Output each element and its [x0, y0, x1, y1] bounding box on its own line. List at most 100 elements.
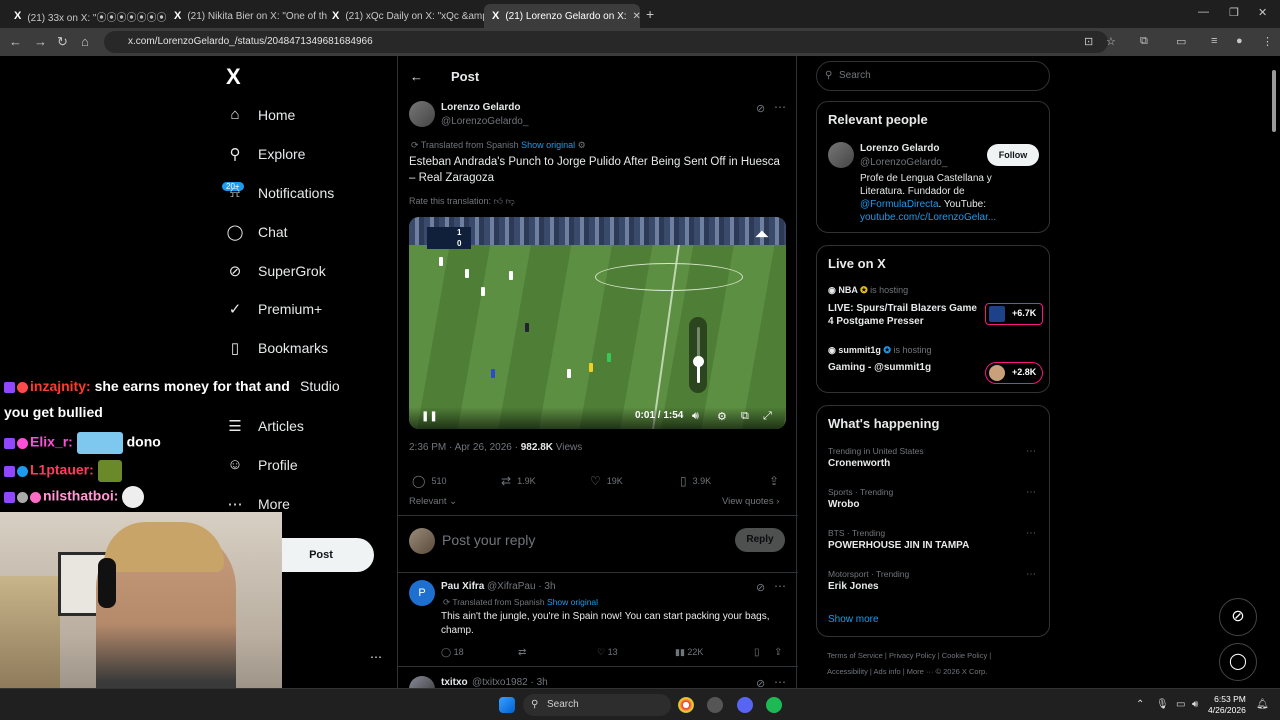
reply-author-handle[interactable]: @txitxo1982 · 3h: [472, 677, 548, 688]
messages-float-button[interactable]: ◯: [1219, 643, 1257, 681]
reply-reply-action[interactable]: ◯ 18: [441, 647, 464, 658]
more-options-icon[interactable]: ⋯: [774, 675, 786, 689]
live-host[interactable]: ◉ summit1g ✪ is hosting: [828, 345, 932, 356]
page-scrollbar[interactable]: [1271, 62, 1277, 688]
back-icon[interactable]: ←: [9, 34, 22, 49]
trend-item[interactable]: Erik Jones: [828, 581, 879, 592]
nav-item-premium[interactable]: ✓ Premium+: [226, 300, 322, 318]
live-title[interactable]: Gaming - @summit1g: [828, 361, 978, 374]
taskbar-search[interactable]: ⚲ Search: [523, 694, 671, 716]
new-tab-icon[interactable]: +: [646, 6, 654, 22]
minimize-icon[interactable]: —: [1198, 6, 1209, 18]
like-action[interactable]: ♡ 19K: [590, 474, 623, 488]
chevron-up-icon[interactable]: ⌃: [1136, 699, 1144, 710]
live-host[interactable]: ◉ NBA ✪ is hosting: [828, 285, 908, 296]
reply-author-name[interactable]: Pau Xifra: [441, 581, 484, 592]
picture-in-picture-icon[interactable]: ⧉: [741, 410, 749, 423]
reply-action[interactable]: ◯ 510: [412, 474, 446, 488]
grok-float-button[interactable]: ⊘: [1219, 598, 1257, 636]
trend-item[interactable]: POWERHOUSE JIN IN TAMPA: [828, 540, 969, 551]
account-menu-icon[interactable]: ⋯: [370, 650, 382, 664]
scrollbar-thumb[interactable]: [1272, 70, 1276, 132]
close-tab-icon[interactable]: ✕: [633, 11, 640, 22]
app-icon[interactable]: [707, 697, 723, 713]
trend-item[interactable]: Wrobo: [828, 499, 859, 510]
footer-links[interactable]: Accessibility | Ads info | More ··· © 20…: [827, 667, 987, 676]
reply-repost-action[interactable]: ⇄: [518, 647, 526, 658]
trend-more-icon[interactable]: ⋯: [1026, 569, 1036, 580]
volume-icon[interactable]: 🔊︎: [1192, 699, 1198, 710]
back-arrow-icon[interactable]: ←: [410, 69, 423, 84]
grok-icon[interactable]: ⊘: [756, 581, 765, 594]
avatar[interactable]: [409, 101, 435, 127]
nav-item-explore[interactable]: ⚲ Explore: [226, 145, 306, 163]
nav-item-chat[interactable]: ◯ Chat: [226, 223, 288, 241]
search-input[interactable]: ⚲ Search: [816, 61, 1050, 91]
x-logo[interactable]: X: [226, 64, 241, 90]
bookmark-star-icon[interactable]: ☆: [1106, 35, 1116, 48]
show-original-link[interactable]: Show original: [521, 140, 575, 150]
video-player[interactable]: 1 0 ◢◣ ❚❚ 0:01 / 1:54 🔊︎ ⚙ ⧉ ⤢: [409, 217, 786, 429]
nav-item-home[interactable]: ⌂ Home: [226, 106, 295, 123]
reply-like-action[interactable]: ♡ 13: [597, 647, 618, 658]
reply-views[interactable]: ▮▮ 22K: [675, 647, 703, 658]
reply-bookmark-action[interactable]: ▯: [754, 647, 760, 658]
more-options-icon[interactable]: ⋯: [774, 100, 786, 114]
install-icon[interactable]: ⊡: [1084, 35, 1093, 48]
notification-bell-icon[interactable]: 🔔︎: [1256, 699, 1269, 710]
live-count-badge[interactable]: +6.7K: [985, 303, 1044, 325]
reply-author-name[interactable]: txitxo: [441, 677, 468, 688]
live-count-badge[interactable]: +2.8K: [985, 362, 1044, 384]
system-clock[interactable]: 6:53 PM 4/26/2026: [1208, 694, 1246, 716]
avatar[interactable]: [828, 142, 854, 168]
sidebar-icon[interactable]: ▭: [1176, 35, 1186, 48]
close-window-icon[interactable]: ✕: [1258, 6, 1267, 19]
person-handle[interactable]: @LorenzoGelardo_: [860, 157, 947, 168]
discord-icon[interactable]: [737, 697, 753, 713]
reply-button[interactable]: Reply: [735, 528, 785, 552]
volume-knob[interactable]: [693, 356, 704, 367]
browser-tab[interactable]: X(21) Nikita Bier on X: "One of th✕: [166, 4, 334, 28]
forward-icon[interactable]: →: [34, 34, 47, 49]
pause-icon[interactable]: ❚❚: [421, 411, 438, 422]
author-handle[interactable]: @LorenzoGelardo_: [441, 116, 528, 127]
url-field[interactable]: x.com/LorenzoGelardo_/status/20484713496…: [104, 31, 1108, 53]
network-icon[interactable]: ▭: [1176, 699, 1185, 710]
browser-tab-active[interactable]: X (21) Lorenzo Gelardo on X: ✕: [484, 4, 640, 28]
mic-icon[interactable]: 🎙︎: [1156, 699, 1169, 710]
settings-icon[interactable]: ⚙: [578, 140, 586, 150]
reply-author-handle[interactable]: @XifraPau · 3h: [487, 581, 556, 592]
live-title[interactable]: LIVE: Spurs/Trail Blazers Game 4 Postgam…: [828, 302, 978, 328]
extensions-icon[interactable]: ⧉: [1140, 35, 1148, 48]
footer-links[interactable]: Terms of Service | Privacy Policy | Cook…: [827, 651, 991, 660]
trend-more-icon[interactable]: ⋯: [1026, 487, 1036, 498]
maximize-icon[interactable]: ❐: [1229, 6, 1239, 19]
nav-item-supergrok[interactable]: ⊘ SuperGrok: [226, 262, 326, 280]
volume-icon[interactable]: 🔊︎: [692, 410, 699, 423]
mention-link[interactable]: @FormulaDirecta: [860, 199, 939, 210]
repost-action[interactable]: ⇄ 1.9K: [501, 474, 536, 488]
reload-icon[interactable]: ↻: [57, 34, 68, 50]
grok-icon[interactable]: ⊘: [756, 102, 765, 115]
show-original-link[interactable]: Show original: [547, 597, 598, 607]
settings-gear-icon[interactable]: ⚙: [717, 410, 727, 423]
more-options-icon[interactable]: ⋯: [774, 579, 786, 593]
avatar[interactable]: P: [409, 580, 435, 606]
youtube-link[interactable]: youtube.com/c/LorenzoGelar...: [860, 212, 996, 223]
trend-more-icon[interactable]: ⋯: [1026, 528, 1036, 539]
browser-tab[interactable]: X(21) 33x on X: "⦿⦿⦿⦿⦿⦿⦿✕: [6, 4, 174, 28]
follow-button[interactable]: Follow: [987, 144, 1039, 166]
sort-relevant-dropdown[interactable]: Relevant ⌄: [409, 496, 457, 507]
author-name[interactable]: Lorenzo Gelardo: [441, 102, 520, 113]
media-icon[interactable]: ≡: [1211, 35, 1217, 47]
volume-slider[interactable]: [689, 317, 707, 393]
fullscreen-icon[interactable]: ⤢: [763, 410, 772, 423]
nav-item-notifications[interactable]: ⍾ Notifications: [226, 184, 334, 201]
profile-avatar-icon[interactable]: ●: [1236, 35, 1243, 47]
show-more-link[interactable]: Show more: [828, 614, 879, 625]
bookmark-action[interactable]: ▯ 3.9K: [680, 474, 711, 488]
chrome-icon[interactable]: [678, 697, 694, 713]
view-quotes-link[interactable]: View quotes ›: [722, 496, 779, 507]
reply-share-action[interactable]: ⇪: [774, 647, 782, 658]
trend-more-icon[interactable]: ⋯: [1026, 446, 1036, 457]
